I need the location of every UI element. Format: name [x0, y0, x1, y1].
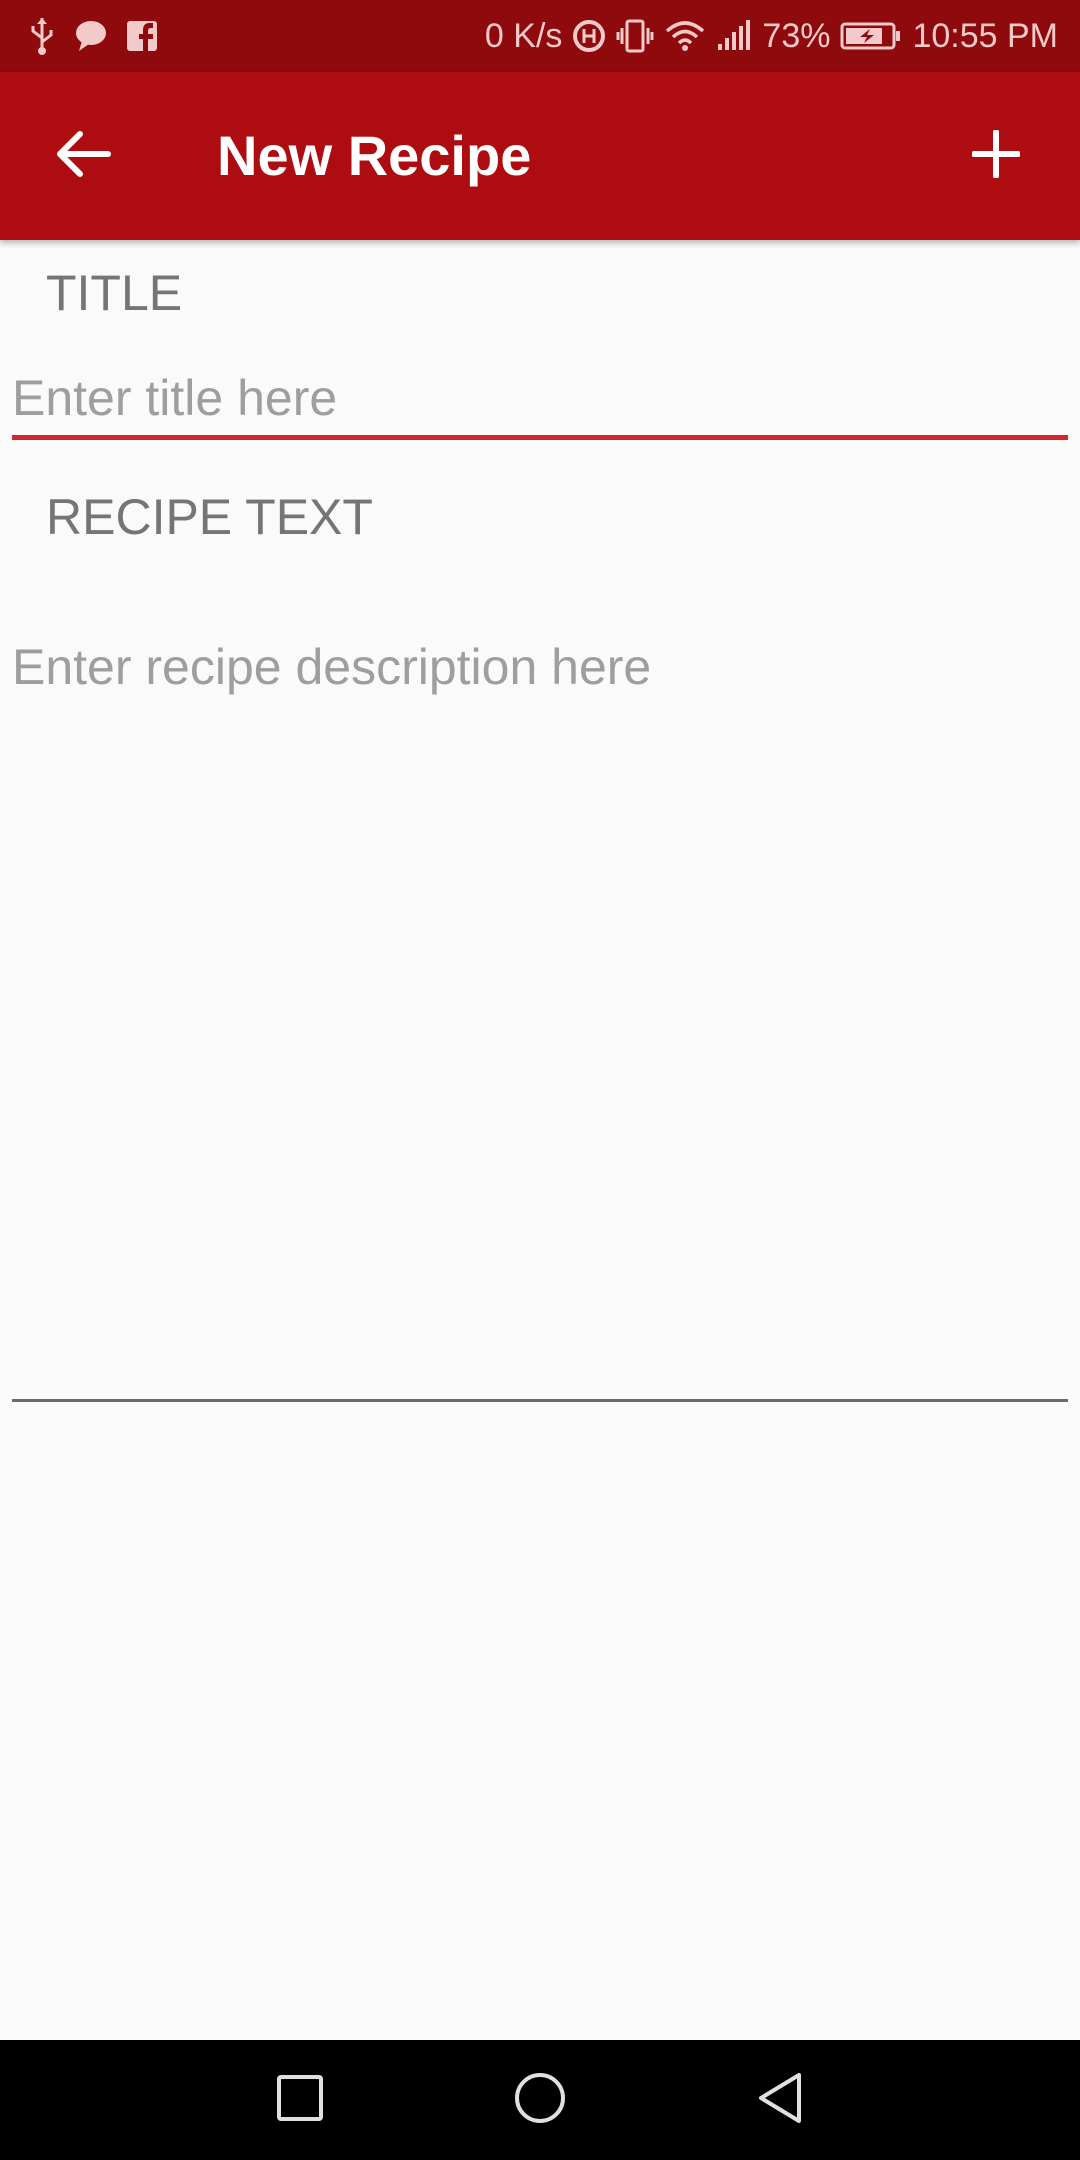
- recipe-text-input[interactable]: [12, 628, 1068, 1402]
- recipe-text-label: RECIPE TEXT: [46, 489, 373, 545]
- app-bar: New Recipe: [0, 72, 1080, 240]
- usb-icon: [28, 16, 56, 65]
- home-button[interactable]: [500, 2060, 580, 2140]
- back-button[interactable]: [44, 116, 124, 196]
- recents-square-icon: [276, 2074, 324, 2127]
- status-bar: 0 K/s 73% 10:55 PM: [0, 0, 1080, 72]
- wifi-icon: [664, 19, 706, 53]
- facebook-icon: [126, 20, 158, 61]
- battery-charging-icon: [840, 21, 902, 51]
- system-indicators: 0 K/s 73% 10:55 PM: [485, 0, 1058, 72]
- arrow-left-icon: [56, 130, 112, 183]
- signal-icon: [716, 20, 752, 52]
- title-input[interactable]: [12, 360, 1068, 440]
- notification-icons: [28, 16, 158, 65]
- data-saver-icon: [572, 19, 606, 53]
- recents-button[interactable]: [260, 2060, 340, 2140]
- nav-back-button[interactable]: [740, 2060, 820, 2140]
- clock: 10:55 PM: [912, 16, 1058, 55]
- chat-bubble-icon: [74, 19, 108, 62]
- network-speed: 0 K/s: [484, 16, 563, 55]
- battery-percent: 73%: [762, 16, 831, 55]
- home-circle-icon: [513, 2071, 567, 2130]
- vibrate-icon: [616, 18, 654, 54]
- plus-icon: [971, 128, 1021, 183]
- back-triangle-icon: [755, 2071, 805, 2130]
- title-label: TITLE: [46, 265, 183, 321]
- add-recipe-button[interactable]: [956, 116, 1036, 196]
- navigation-bar: [0, 2040, 1080, 2160]
- page-title: New Recipe: [217, 124, 532, 187]
